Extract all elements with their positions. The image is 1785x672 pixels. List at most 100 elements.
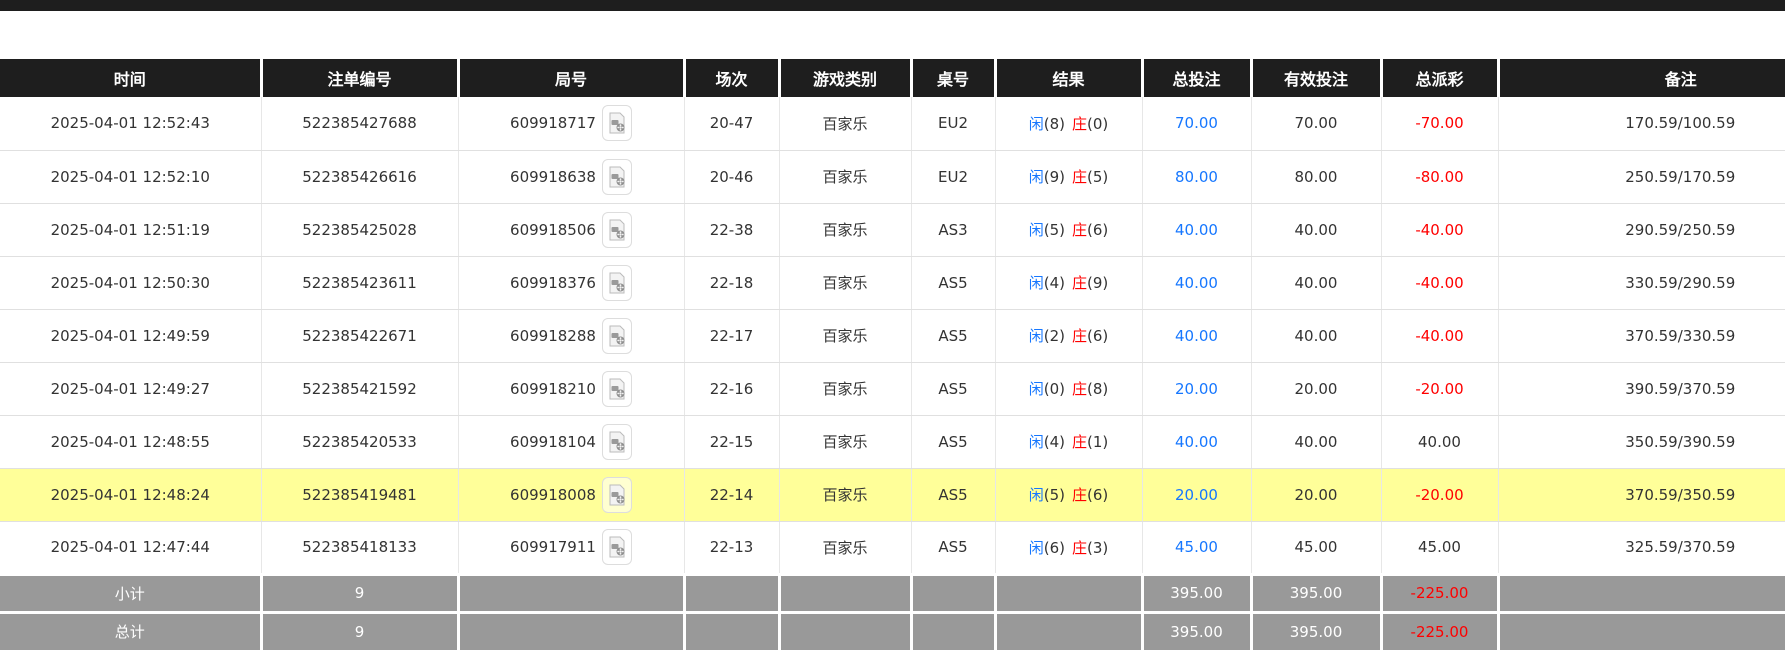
table-row[interactable]: 2025-04-01 12:50:30 522385423611 6099183… (0, 256, 1785, 310)
table-row[interactable]: 2025-04-01 12:51:19 522385425028 6099185… (0, 203, 1785, 257)
table-row[interactable]: 2025-04-01 12:49:59 522385422671 6099182… (0, 309, 1785, 363)
player-label: 闲 (1028, 486, 1044, 504)
round-cell: 609918104 (457, 415, 684, 469)
valid-bet-cell: 40.00 (1250, 203, 1381, 257)
banker-score: (6) (1087, 486, 1109, 504)
player-label: 闲 (1028, 168, 1044, 186)
bet-id-cell: 522385425028 (260, 203, 458, 257)
time-cell: 2025-04-01 12:49:59 (0, 309, 261, 363)
header-valid-bet: 有效投注 (1249, 59, 1381, 97)
valid-bet-cell: 45.00 (1250, 521, 1381, 575)
video-replay-icon[interactable] (601, 529, 632, 565)
banker-label: 庄 (1072, 114, 1088, 133)
banker-label: 庄 (1072, 221, 1088, 239)
time-cell: 2025-04-01 12:51:19 (0, 203, 261, 257)
total-bet-cell: 20.00 (1141, 362, 1251, 416)
banker-score: (3) (1087, 538, 1109, 557)
session-cell: 22-18 (683, 256, 779, 310)
banker-label: 庄 (1072, 538, 1088, 557)
video-replay-icon[interactable] (601, 476, 632, 513)
video-replay-icon[interactable] (601, 264, 632, 301)
payout-cell: 40.00 (1380, 415, 1498, 469)
total-bet-cell: 40.00 (1141, 415, 1251, 469)
payout-cell: -40.00 (1380, 203, 1498, 257)
subtotal-valid-bet: 395.00 (1249, 572, 1381, 612)
banker-label: 庄 (1072, 486, 1088, 504)
table-no-cell: AS5 (910, 309, 995, 363)
header-session: 场次 (682, 59, 779, 97)
header-payout: 总派彩 (1379, 59, 1498, 97)
payout-cell: -70.00 (1380, 97, 1498, 151)
table-row[interactable]: 2025-04-01 12:47:44 522385418133 6099179… (0, 521, 1785, 575)
banker-score: (0) (1087, 114, 1109, 133)
table-row[interactable]: 2025-04-01 12:52:43 522385427688 6099187… (0, 97, 1785, 151)
payout-cell: 45.00 (1380, 521, 1498, 575)
round-id: 609917911 (510, 538, 596, 556)
total-empty (456, 610, 684, 650)
banker-label: 庄 (1072, 168, 1088, 186)
time-cell: 2025-04-01 12:52:43 (0, 97, 261, 151)
header-game-type: 游戏类别 (777, 59, 911, 97)
total-total-bet: 395.00 (1140, 610, 1251, 650)
table-row[interactable]: 2025-04-01 12:48:55 522385420533 6099181… (0, 415, 1785, 469)
table-no-cell: AS5 (910, 362, 995, 416)
total-bet-cell: 45.00 (1141, 521, 1251, 575)
player-label: 闲 (1028, 221, 1044, 239)
table-no-cell: EU2 (910, 97, 995, 151)
round-cell: 609918506 (457, 203, 684, 257)
total-empty (682, 610, 779, 650)
player-label: 闲 (1028, 327, 1044, 345)
table-row[interactable]: 2025-04-01 12:52:10 522385426616 6099186… (0, 150, 1785, 204)
subtotal-label: 小计 (0, 572, 261, 612)
table-row[interactable]: 2025-04-01 12:49:27 522385421592 6099182… (0, 362, 1785, 416)
valid-bet-cell: 40.00 (1250, 309, 1381, 363)
valid-bet-cell: 80.00 (1250, 150, 1381, 204)
video-replay-icon[interactable] (601, 105, 632, 142)
video-replay-icon[interactable] (601, 211, 632, 248)
round-id: 609918638 (510, 167, 596, 186)
payout-cell: -40.00 (1380, 256, 1498, 310)
session-cell: 22-38 (683, 203, 779, 257)
game-type-cell: 百家乐 (778, 309, 911, 363)
total-empty (909, 610, 995, 650)
bet-history-table: 时间 注单编号 局号 场次 游戏类别 桌号 结果 总投注 有效投注 总派彩 备注… (0, 59, 1785, 650)
bet-id-cell: 522385418133 (260, 521, 458, 575)
total-valid-bet: 395.00 (1249, 610, 1381, 650)
session-cell: 20-46 (683, 150, 779, 204)
round-id: 609918376 (510, 273, 596, 292)
game-type-cell: 百家乐 (778, 150, 911, 204)
session-cell: 22-15 (683, 415, 779, 469)
banker-label: 庄 (1072, 274, 1088, 292)
time-cell: 2025-04-01 12:52:10 (0, 150, 261, 204)
player-label: 闲 (1028, 380, 1044, 398)
banker-score: (6) (1087, 221, 1109, 239)
result-cell: 闲(4) 庄(9) (994, 256, 1142, 310)
session-cell: 22-13 (683, 521, 779, 575)
player-score: (5) (1043, 486, 1065, 504)
table-no-cell: AS5 (910, 468, 995, 522)
remark-cell: 330.59/290.59 (1497, 256, 1785, 310)
video-replay-icon[interactable] (601, 370, 632, 407)
table-row-highlighted[interactable]: 2025-04-01 12:48:24 522385419481 6099180… (0, 468, 1785, 522)
valid-bet-cell: 40.00 (1250, 256, 1381, 310)
header-result: 结果 (993, 59, 1142, 97)
header-table-no: 桌号 (909, 59, 995, 97)
total-count: 9 (259, 610, 458, 650)
bet-id-cell: 522385420533 (260, 415, 458, 469)
bet-id-cell: 522385426616 (260, 150, 458, 204)
table-no-cell: AS5 (910, 415, 995, 469)
time-cell: 2025-04-01 12:48:24 (0, 468, 261, 522)
video-replay-icon[interactable] (601, 158, 632, 195)
video-replay-icon[interactable] (601, 317, 632, 354)
remark-cell: 170.59/100.59 (1497, 97, 1785, 151)
header-row: 时间 注单编号 局号 场次 游戏类别 桌号 结果 总投注 有效投注 总派彩 备注 (0, 59, 1785, 97)
round-cell: 609918210 (457, 362, 684, 416)
game-type-cell: 百家乐 (778, 521, 911, 575)
payout-cell: -20.00 (1380, 468, 1498, 522)
bet-id-cell: 522385419481 (260, 468, 458, 522)
total-bet-cell: 40.00 (1141, 203, 1251, 257)
valid-bet-cell: 20.00 (1250, 468, 1381, 522)
video-replay-icon[interactable] (601, 423, 632, 460)
game-type-cell: 百家乐 (778, 97, 911, 151)
game-type-cell: 百家乐 (778, 468, 911, 522)
